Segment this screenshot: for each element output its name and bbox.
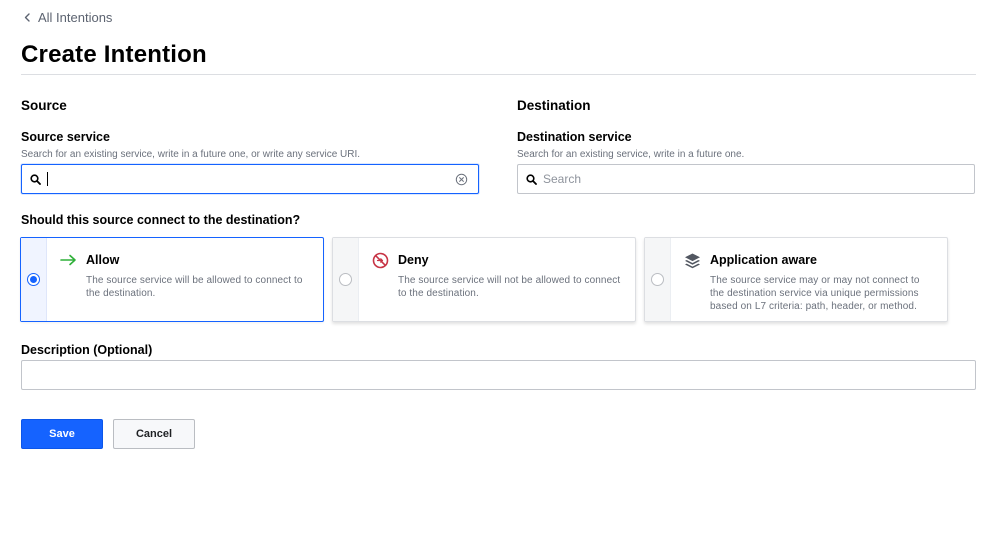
description-label: Description (Optional): [21, 343, 153, 357]
deny-radio[interactable]: [339, 273, 352, 286]
source-service-help: Search for an existing service, write in…: [21, 149, 361, 160]
deny-icon: [372, 252, 389, 269]
description-input[interactable]: [21, 360, 976, 390]
arrow-right-icon: [60, 254, 77, 266]
allow-radio-column: [21, 238, 47, 321]
source-service-input[interactable]: [21, 164, 479, 194]
app-aware-radio-column: [645, 238, 671, 321]
app-aware-description: The source service may or may not connec…: [710, 275, 920, 312]
destination-service-input[interactable]: Search: [517, 164, 975, 194]
search-icon: [30, 173, 41, 185]
layers-icon: [684, 252, 701, 269]
breadcrumb[interactable]: All Intentions: [24, 10, 112, 25]
save-button[interactable]: Save: [21, 419, 103, 449]
source-service-label: Source service: [21, 130, 110, 144]
destination-search-placeholder: Search: [543, 172, 582, 186]
app-aware-title: Application aware: [710, 253, 817, 267]
cancel-button[interactable]: Cancel: [113, 419, 195, 449]
allow-option-card[interactable]: Allow The source service will be allowed…: [20, 237, 324, 322]
search-icon: [526, 173, 537, 185]
clear-icon[interactable]: [455, 173, 468, 186]
destination-service-help: Search for an existing service, write in…: [517, 149, 745, 160]
destination-service-label: Destination service: [517, 130, 632, 144]
title-divider: [21, 74, 976, 75]
deny-radio-column: [333, 238, 359, 321]
deny-option-card[interactable]: Deny The source service will not be allo…: [332, 237, 636, 322]
source-heading: Source: [21, 98, 67, 113]
destination-heading: Destination: [517, 98, 591, 113]
app-aware-radio[interactable]: [651, 273, 664, 286]
deny-description: The source service will not be allowed t…: [398, 275, 621, 299]
chevron-left-icon: [24, 13, 30, 22]
text-caret: [47, 172, 48, 186]
allow-radio[interactable]: [27, 273, 40, 286]
deny-title: Deny: [398, 253, 429, 267]
allow-title: Allow: [86, 253, 120, 267]
connection-question: Should this source connect to the destin…: [21, 213, 301, 227]
page-title: Create Intention: [21, 41, 207, 68]
allow-description: The source service will be allowed to co…: [86, 275, 303, 299]
app-aware-option-card[interactable]: Application aware The source service may…: [644, 237, 948, 322]
breadcrumb-label: All Intentions: [38, 10, 113, 25]
